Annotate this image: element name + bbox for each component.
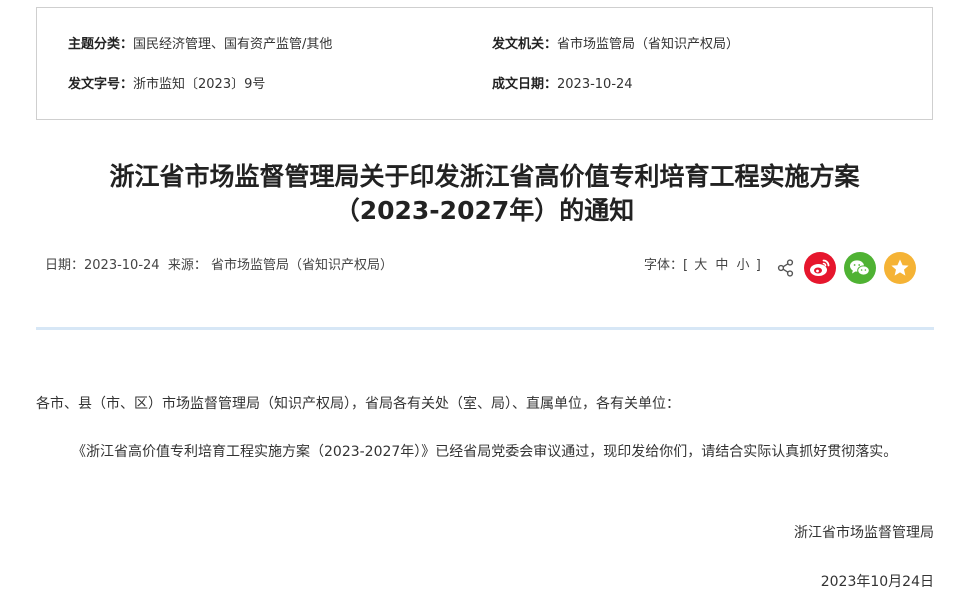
body-paragraph: 《浙江省高价值专利培育工程实施方案（2023-2027年）》已经省局党委会审议通… [72, 444, 898, 460]
article-title-line1: 浙江省市场监督管理局关于印发浙江省高价值专利培育工程实施方案 [109, 162, 860, 191]
weibo-share-button[interactable] [804, 252, 836, 284]
document-meta-box: 主题分类：国民经济管理、国有资产监管/其他 发文机关：省市场监管局（省知识产权局… [36, 7, 933, 120]
font-large-button[interactable]: 大 [694, 258, 707, 273]
info-source-label: 来源： [167, 258, 207, 273]
meta-issuer-label: 发文机关： [492, 37, 558, 52]
signature: 浙江省市场监督管理局 [794, 525, 934, 541]
star-icon [891, 259, 909, 276]
article-title-line2: （2023-2027年）的通知 [334, 196, 635, 225]
article-info: 日期：2023-10-24 来源： 省市场监管局（省知识产权局） [45, 257, 393, 275]
font-small-button[interactable]: 小 [737, 258, 750, 273]
sign-date: 2023年10月24日 [820, 574, 934, 590]
meta-issuer: 发文机关：省市场监管局（省知识产权局） [492, 36, 739, 54]
meta-topic-value: 国民经济管理、国有资产监管/其他 [133, 37, 333, 52]
meta-topic: 主题分类：国民经济管理、国有资产监管/其他 [68, 36, 332, 54]
meta-issuer-value: 省市场监管局（省知识产权局） [557, 37, 740, 52]
info-date-label: 日期： [45, 258, 85, 273]
info-source: 省市场监管局（省知识产权局） [211, 258, 394, 273]
weibo-icon [810, 259, 830, 276]
meta-docno-label: 发文字号： [68, 77, 134, 92]
article-title: 浙江省市场监督管理局关于印发浙江省高价值专利培育工程实施方案 （2023-202… [36, 160, 933, 228]
font-size-selector: 字体：[ 大 中 小 ] [644, 257, 761, 275]
meta-date: 成文日期：2023-10-24 [492, 76, 633, 94]
info-date: 2023-10-24 [84, 258, 160, 273]
salutation: 各市、县（市、区）市场监督管理局（知识产权局），省局各有关处（室、局）、直属单位… [36, 396, 680, 412]
meta-topic-label: 主题分类： [68, 37, 134, 52]
favorite-button[interactable] [884, 252, 916, 284]
bracket-open: [ [683, 258, 689, 273]
bracket-close: ] [755, 258, 761, 273]
font-medium-button[interactable]: 中 [715, 258, 728, 273]
meta-docno-value: 浙市监知〔2023〕9号 [133, 77, 266, 92]
share-icon[interactable] [776, 258, 796, 278]
meta-date-value: 2023-10-24 [557, 77, 633, 92]
section-divider [36, 327, 934, 330]
wechat-icon [850, 260, 870, 276]
wechat-share-button[interactable] [844, 252, 876, 284]
meta-docno: 发文字号：浙市监知〔2023〕9号 [68, 76, 265, 94]
font-size-label: 字体： [644, 258, 684, 273]
meta-date-label: 成文日期： [492, 77, 558, 92]
